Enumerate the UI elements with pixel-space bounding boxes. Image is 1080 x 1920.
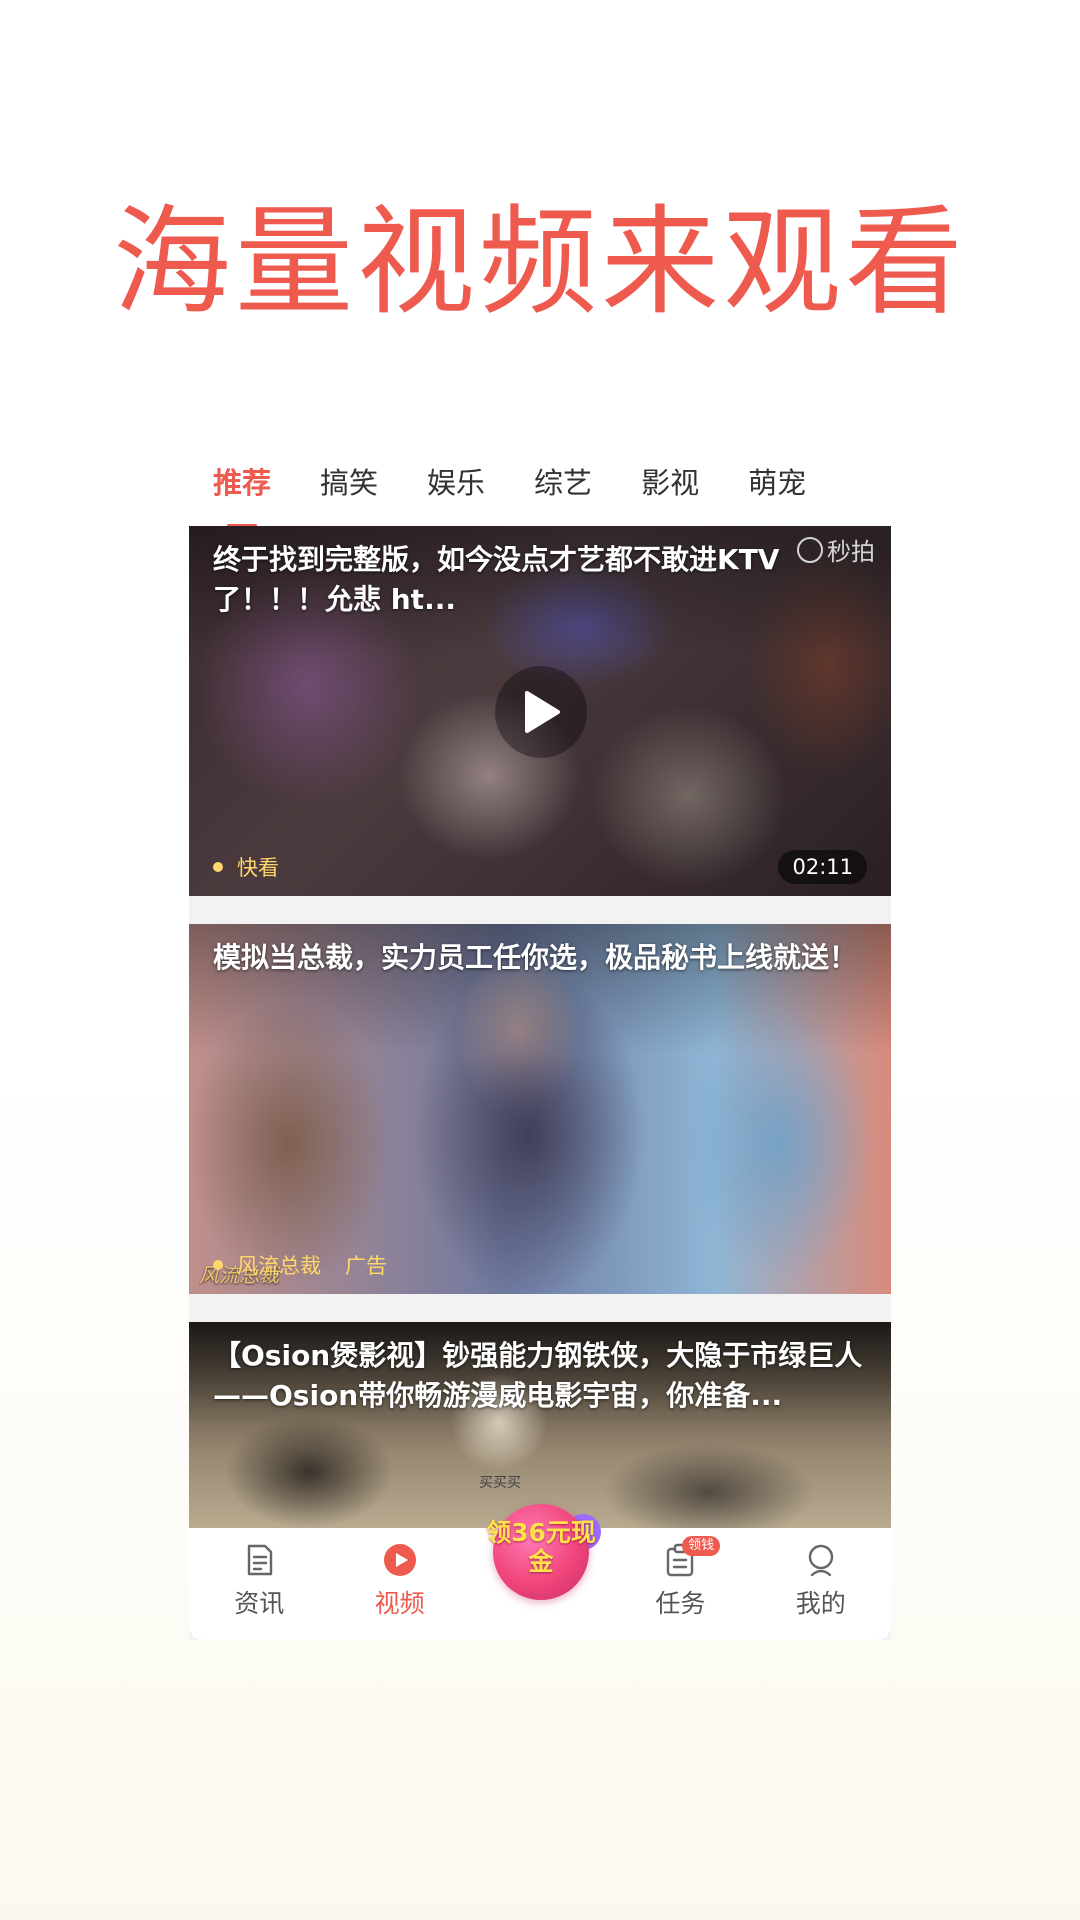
- ad-card[interactable]: 模拟当总裁，实力员工任你选，极品秘书上线就送！ 风流总裁 风流总裁 广告: [189, 924, 891, 1294]
- promo-headline: 海量视频来观看: [112, 193, 967, 331]
- nav-label: 我的: [795, 1589, 846, 1618]
- nav-label: 视频: [374, 1589, 425, 1618]
- app-screen-mockup: 推荐 搞笑 娱乐 综艺 影视 萌宠 秒拍 终于找到完整版，如今没点才艺都不敢进K…: [189, 440, 891, 1640]
- tab-variety[interactable]: 综艺: [534, 463, 592, 503]
- ad-title: 模拟当总裁，实力员工任你选，极品秘书上线就送！: [213, 941, 858, 974]
- nav-label: 任务: [655, 1589, 706, 1618]
- meme-caption: 买买买: [479, 1475, 521, 1491]
- profile-icon: [808, 1544, 833, 1577]
- nav-tasks[interactable]: 领钱 任务: [610, 1528, 750, 1640]
- video-play-icon: [383, 1544, 416, 1576]
- video-card[interactable]: 秒拍 终于找到完整版，如今没点才艺都不敢进KTV了！！！允悲 ht... 快看 …: [189, 526, 891, 896]
- video-title: 【Osion煲影视】钞强能力钢铁侠，大隐于市绿巨人——Osion带你畅游漫威电影…: [213, 1339, 863, 1412]
- ad-label: 广告: [345, 1254, 387, 1278]
- ad-source: 风流总裁 广告: [213, 1250, 387, 1280]
- video-duration: 02:11: [778, 850, 867, 884]
- tab-pets[interactable]: 萌宠: [748, 463, 806, 503]
- tab-entertainment[interactable]: 娱乐: [427, 463, 485, 503]
- cash-reward-button[interactable]: 领36元现金: [479, 1498, 601, 1608]
- source-dot: [213, 862, 223, 872]
- video-title: 终于找到完整版，如今没点才艺都不敢进KTV了！！！允悲 ht...: [213, 543, 780, 616]
- play-icon: [525, 691, 560, 733]
- tab-movies[interactable]: 影视: [641, 463, 699, 503]
- tab-recommend[interactable]: 推荐: [213, 463, 271, 527]
- tab-funny[interactable]: 搞笑: [320, 463, 378, 503]
- nav-video[interactable]: 视频: [329, 1528, 469, 1640]
- video-source: 快看: [213, 852, 279, 882]
- nav-label: 资讯: [234, 1589, 285, 1618]
- earn-badge: 领钱: [682, 1536, 721, 1556]
- nav-news[interactable]: 资讯: [189, 1528, 329, 1640]
- news-icon: [247, 1544, 273, 1576]
- nav-profile[interactable]: 我的: [751, 1528, 891, 1640]
- video-feed: 秒拍 终于找到完整版，如今没点才艺都不敢进KTV了！！！允悲 ht... 快看 …: [189, 526, 891, 1640]
- category-tabs: 推荐 搞笑 娱乐 综艺 影视 萌宠: [189, 440, 891, 527]
- cash-reward-label: 领36元现金: [486, 1518, 596, 1576]
- play-button[interactable]: [495, 666, 587, 758]
- source-dot: [213, 1260, 223, 1270]
